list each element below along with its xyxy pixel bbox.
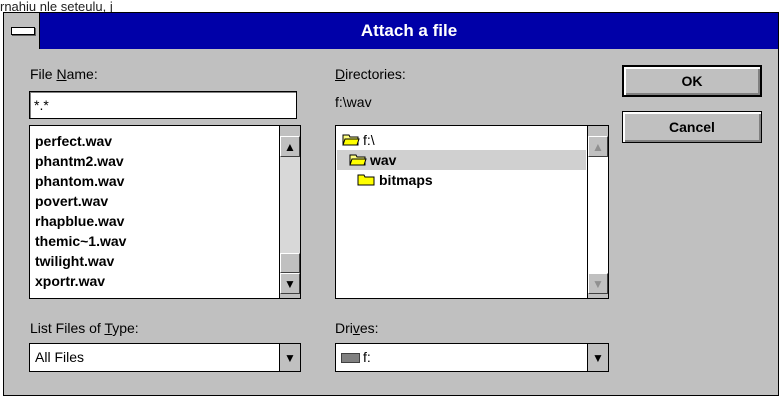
directory-item-bitmaps[interactable]: bitmaps bbox=[337, 170, 586, 190]
attach-file-dialog: Attach a file File Name: *.* perfect.wav… bbox=[3, 12, 779, 396]
file-item[interactable]: phantom.wav bbox=[35, 171, 124, 191]
file-type-label: List Files of Type: bbox=[30, 320, 139, 336]
file-item[interactable]: xportr.wav bbox=[35, 271, 105, 291]
ok-button[interactable]: OK bbox=[622, 65, 762, 97]
file-type-dropdown-button[interactable]: ▼ bbox=[279, 344, 300, 371]
system-menu-button[interactable] bbox=[4, 13, 40, 49]
cancel-button[interactable]: Cancel bbox=[622, 111, 762, 143]
file-item[interactable]: perfect.wav bbox=[35, 131, 112, 151]
down-arrow-icon: ▼ bbox=[592, 276, 604, 291]
file-list[interactable]: perfect.wav phantm2.wav phantom.wav pove… bbox=[29, 125, 301, 299]
file-item[interactable]: povert.wav bbox=[35, 191, 108, 211]
file-name-label: File Name: bbox=[30, 66, 98, 82]
drive-icon bbox=[341, 353, 360, 364]
drives-select[interactable]: f: ▼ bbox=[335, 343, 609, 372]
up-arrow-icon: ▲ bbox=[284, 139, 296, 154]
scroll-up-button[interactable]: ▲ bbox=[280, 136, 300, 157]
window-title: Attach a file bbox=[360, 21, 458, 40]
file-item[interactable]: phantm2.wav bbox=[35, 151, 124, 171]
scroll-down-button[interactable]: ▼ bbox=[280, 273, 300, 294]
file-type-select[interactable]: All Files ▼ bbox=[29, 343, 301, 372]
drives-dropdown-button[interactable]: ▼ bbox=[587, 344, 608, 371]
open-folder-icon bbox=[349, 154, 367, 166]
directory-name: bitmaps bbox=[379, 172, 433, 188]
file-item[interactable]: twilight.wav bbox=[35, 251, 114, 271]
file-item[interactable]: themic~1.wav bbox=[35, 231, 126, 251]
folder-icon bbox=[357, 174, 375, 186]
directory-item-root[interactable]: f:\ bbox=[337, 130, 586, 150]
down-arrow-icon: ▼ bbox=[592, 350, 604, 365]
directory-list-scrollbar[interactable]: ▲ ▼ bbox=[587, 126, 608, 298]
file-name-input[interactable]: *.* bbox=[29, 91, 297, 119]
drives-label: Drives: bbox=[335, 320, 379, 336]
open-folder-icon bbox=[342, 134, 360, 146]
system-menu-icon bbox=[11, 27, 35, 35]
directory-name: f:\ bbox=[363, 132, 375, 148]
file-item[interactable]: rhapblue.wav bbox=[35, 211, 124, 231]
directory-item-wav[interactable]: wav bbox=[337, 150, 586, 170]
directories-label: Directories: bbox=[335, 66, 406, 82]
directory-list[interactable]: f:\ wav bitmaps ▲ ▼ bbox=[335, 125, 609, 299]
directory-name: wav bbox=[370, 152, 397, 168]
scroll-track bbox=[588, 157, 608, 273]
file-list-scrollbar[interactable]: ▲ ▼ bbox=[279, 126, 300, 298]
scroll-track[interactable] bbox=[280, 157, 300, 253]
drives-value: f: bbox=[341, 344, 371, 371]
title-bar: Attach a file bbox=[4, 13, 778, 49]
scroll-up-button[interactable]: ▲ bbox=[588, 136, 608, 157]
file-type-value: All Files bbox=[35, 349, 85, 365]
current-directory-path: f:\wav bbox=[335, 94, 372, 110]
up-arrow-icon: ▲ bbox=[592, 139, 604, 154]
down-arrow-icon: ▼ bbox=[284, 350, 296, 365]
down-arrow-icon: ▼ bbox=[284, 276, 296, 291]
scroll-down-button[interactable]: ▼ bbox=[588, 273, 608, 294]
scroll-thumb[interactable] bbox=[280, 253, 300, 273]
